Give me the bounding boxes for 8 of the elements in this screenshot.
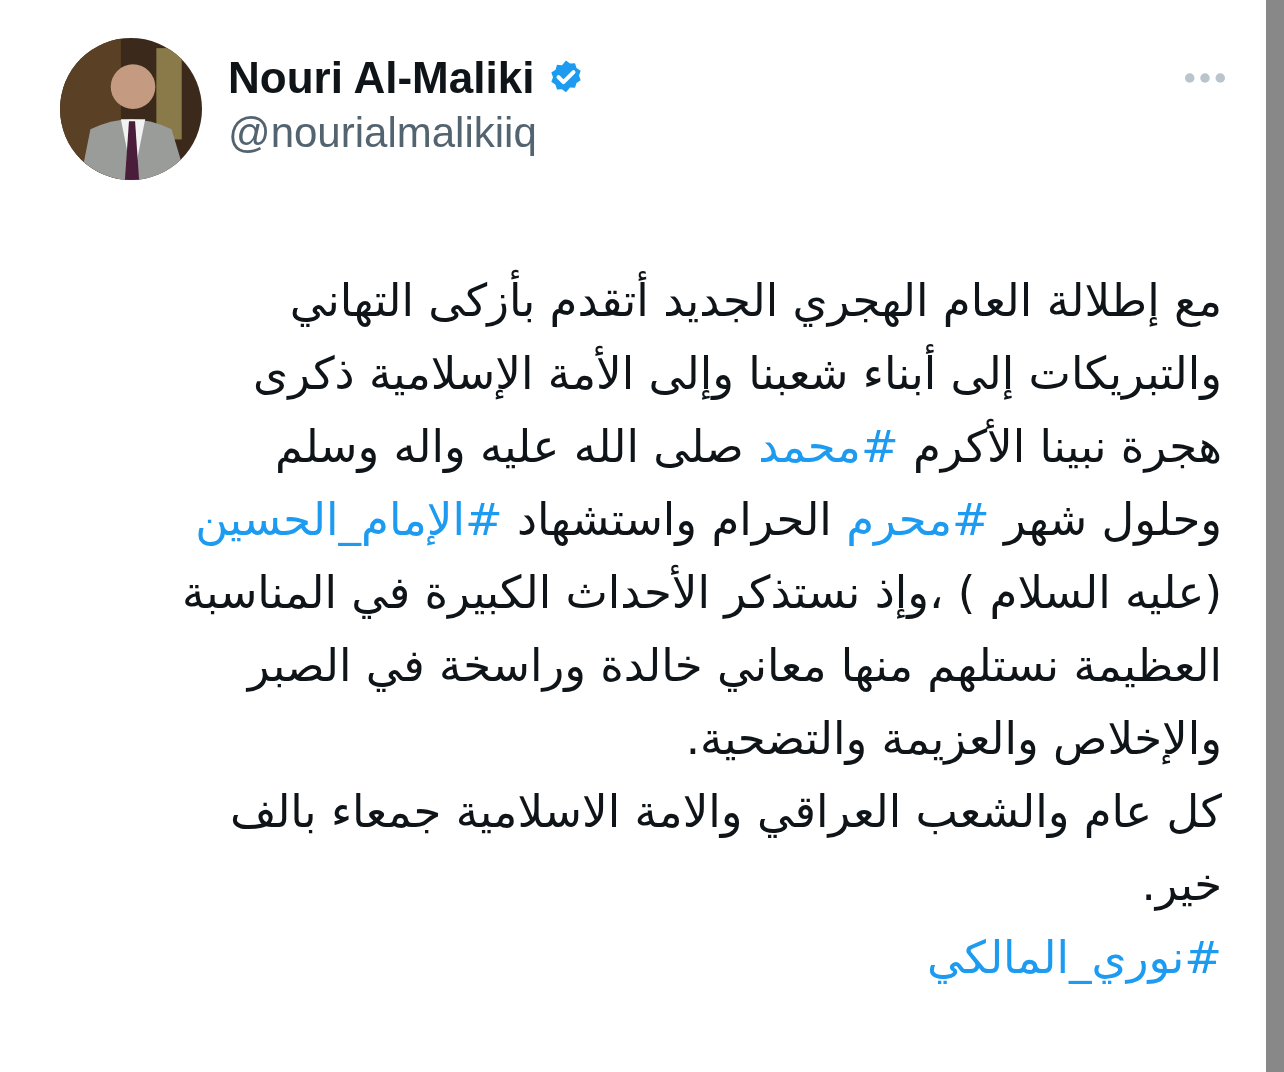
hashtag-link[interactable]: #الإمام_الحسين [195, 493, 503, 546]
hashtag-link[interactable]: #نوري_المالكي [927, 931, 1222, 984]
more-options-icon[interactable] [1184, 72, 1226, 84]
tweet-text: مع إطلالة العام الهجري الجديد أتقدم بأزكى التهاني والتبريكات إلى أبناء شعبنا وإلى الأمة الإسلامية ذكرى هجرة نبينا الأكرم #محمد صلى الله عليه واله وسلم وحلول شهر #محرم الحرام واستشهاد #الإمام_الحسين (عليه السلام ) ،وإذ نستذكر الأحداث الكبيرة في المناسبة العظيمة نستلهم منها معاني خالدة وراسخة في الصبر والإخلاص والعزيمة والتضحية. كل عام والشعب العراقي والامة الاسلامية جمعاء بالف خير. #نوري_المالكي [100, 264, 1222, 994]
hashtag-link[interactable]: #محمد [758, 420, 899, 473]
author-handle: @nourialmalikiiq [228, 108, 538, 157]
author-name: Nouri Al-Maliki [228, 52, 535, 104]
hashtag-link[interactable]: #محرم [846, 493, 990, 546]
